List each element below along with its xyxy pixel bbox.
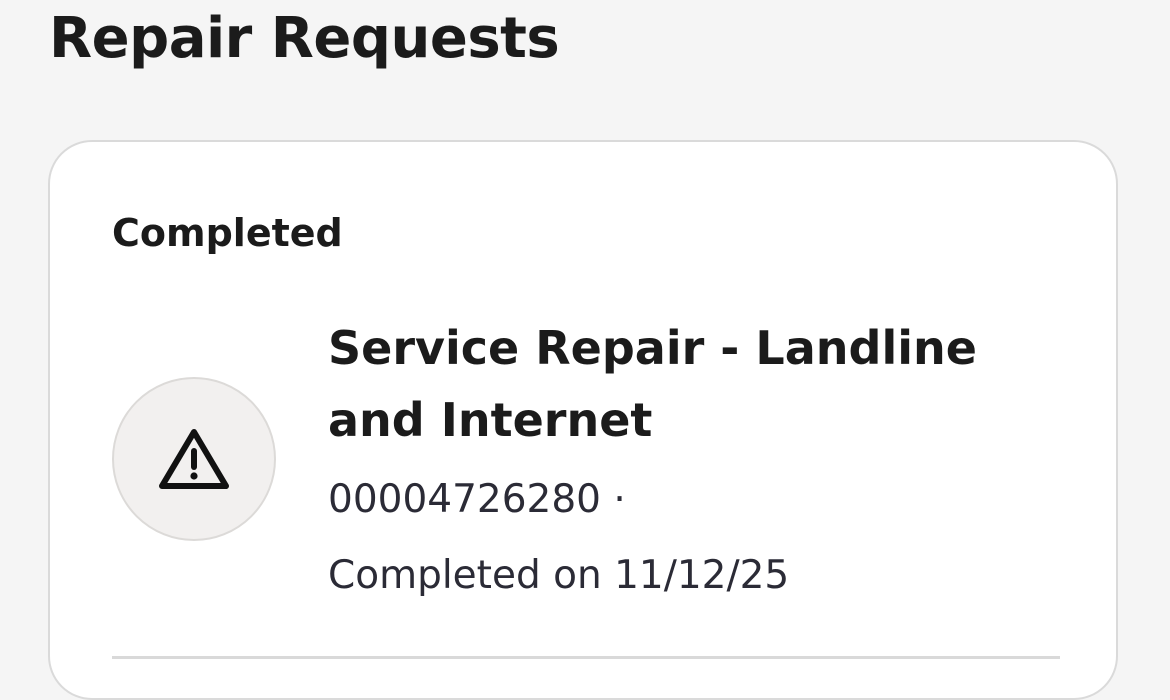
request-title: Service Repair - Landline and Internet <box>328 321 977 447</box>
divider <box>112 656 1060 659</box>
request-id: 00004726280 · <box>328 477 626 522</box>
request-status: Completed on 11/12/25 <box>328 553 790 598</box>
section-heading: Completed <box>112 211 343 255</box>
repair-requests-card: Completed Service Repair - Landline and … <box>48 140 1118 700</box>
request-icon-circle <box>112 377 276 541</box>
page-title: Repair Requests <box>49 6 560 71</box>
repair-request-item[interactable]: Service Repair - Landline and Internet 0… <box>50 302 1116 602</box>
warning-icon <box>159 429 229 489</box>
